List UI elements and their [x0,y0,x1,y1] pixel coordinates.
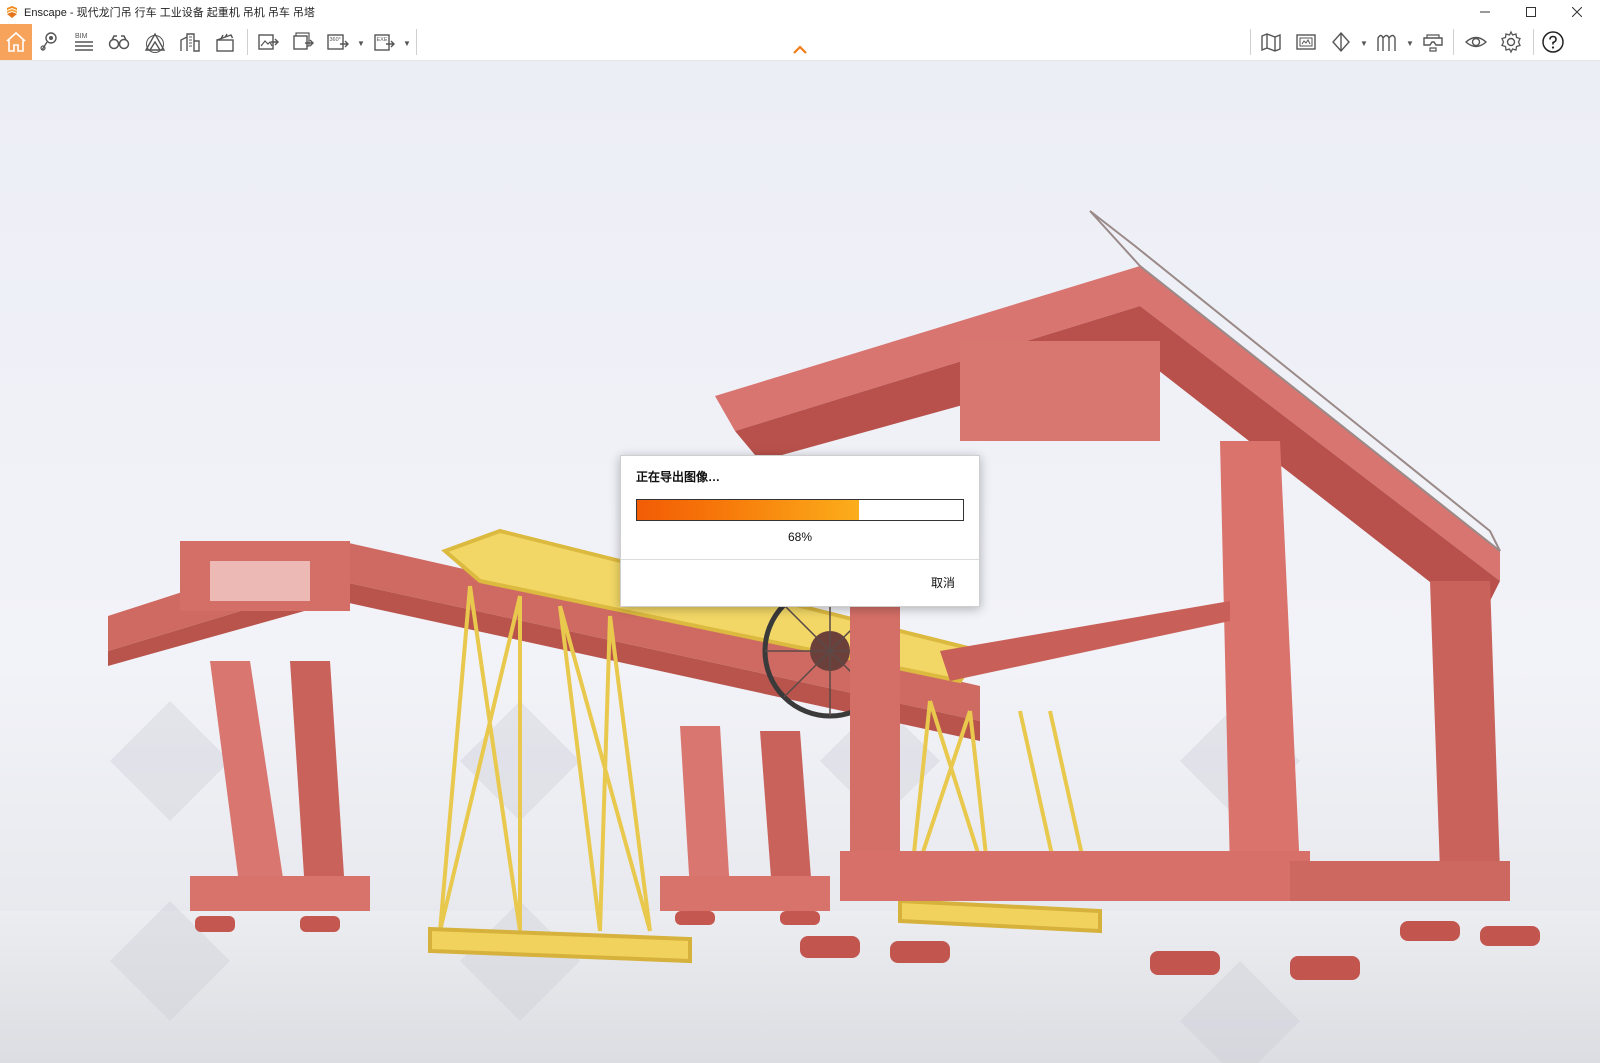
settings-button[interactable] [1496,27,1526,57]
export-progress-dialog: 正在导出图像… 68% 取消 [620,455,980,607]
bim-button[interactable]: BIM [69,27,99,57]
clapperboard-button[interactable] [210,27,240,57]
asset-library-button[interactable] [1372,27,1402,57]
export-image-icon [258,34,279,50]
progress-bar [636,499,964,521]
bim-icon: BIM [75,33,93,51]
cube-view-dropdown-caret[interactable]: ▼ [1360,40,1368,48]
binoculars-button[interactable] [104,27,134,57]
collapse-toolbar-chevron-icon[interactable] [792,44,808,56]
panorama-360-button[interactable]: 360° [323,27,353,57]
window-controls [1462,0,1600,24]
map-icon [1261,33,1281,52]
cube-view-icon [1332,31,1350,53]
window-title: Enscape - 现代龙门吊 行车 工业设备 起重机 吊机 吊车 吊塔 [24,7,315,19]
buildings-icon [180,33,200,52]
visibility-button[interactable] [1461,27,1491,57]
maximize-icon [1526,7,1536,17]
close-button[interactable] [1554,0,1600,24]
settings-gear-icon [1501,30,1521,54]
home-button[interactable] [0,24,32,60]
help-icon [1542,31,1564,53]
clapperboard-icon [216,33,234,52]
exe-export-button[interactable]: EXE [370,27,400,57]
location-pin-button[interactable] [34,27,64,57]
vr-headset-icon [1423,34,1443,52]
close-icon [1572,7,1582,17]
minimap-button[interactable] [1291,27,1321,57]
panorama-dropdown-caret[interactable]: ▼ [357,40,365,48]
exe-export-icon: EXE [374,34,395,51]
toolbar-separator [247,29,248,55]
batch-render-button[interactable] [288,27,318,57]
mountain-icon [144,32,166,53]
visibility-eye-icon [1464,36,1488,48]
export-image-button[interactable] [253,27,283,57]
minimize-icon [1480,11,1490,13]
toolbar-separator [1453,29,1454,55]
cancel-button[interactable]: 取消 [927,572,959,593]
progress-percent-label: 68% [787,530,813,544]
asset-library-dropdown-caret[interactable]: ▼ [1406,40,1414,48]
bim-text: BIM [75,33,88,40]
vr-headset-button[interactable] [1418,27,1448,57]
binoculars-icon [108,35,130,50]
location-pin-icon [40,32,57,51]
toolbar-separator [1250,29,1251,55]
cube-view-button[interactable] [1326,27,1356,57]
exe-dropdown-caret[interactable]: ▼ [403,40,411,48]
dialog-footer: 取消 [621,560,979,606]
minimize-button[interactable] [1462,0,1508,24]
mountain-button[interactable] [140,27,170,57]
map-button[interactable] [1256,27,1286,57]
toolbar-separator [1533,29,1534,55]
maximize-button[interactable] [1508,0,1554,24]
panorama-label: 360° [330,37,341,43]
exe-label: EXE [377,37,388,43]
enscape-logo-icon [7,6,17,18]
progress-bar-fill [637,500,859,520]
panorama-360-icon: 360° [327,34,349,50]
asset-library-icon [1377,34,1396,51]
home-icon [6,31,26,52]
buildings-button[interactable] [175,27,205,57]
floor-plane [0,911,1600,1063]
help-button[interactable] [1538,27,1568,57]
dialog-title: 正在导出图像… [636,470,721,484]
batch-render-icon [293,32,314,50]
toolbar-separator [416,29,417,55]
minimap-icon [1296,34,1316,50]
title-bar: Enscape - 现代龙门吊 行车 工业设备 起重机 吊机 吊车 吊塔 [0,0,1600,24]
